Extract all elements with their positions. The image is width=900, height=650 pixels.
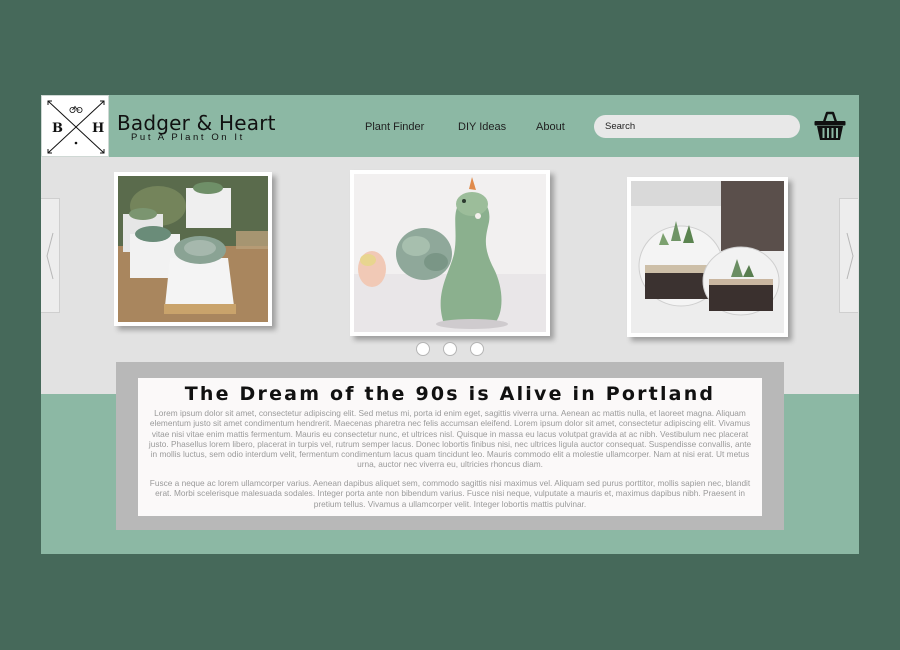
nav-plant-finder[interactable]: Plant Finder — [365, 121, 424, 133]
nav-diy-ideas[interactable]: DIY Ideas — [458, 121, 506, 133]
carousel-next-button[interactable] — [839, 198, 858, 313]
logo-letter-b: B — [52, 121, 63, 136]
logo-letter-h: H — [92, 121, 105, 136]
carousel-image-dinosaur-planter[interactable] — [350, 170, 550, 336]
basket-icon[interactable] — [813, 109, 847, 143]
site-header: B H Badger & Heart Put A Plant On It Pla… — [41, 95, 859, 157]
article-paragraph-1: Lorem ipsum dolor sit amet, consectetur … — [148, 408, 752, 470]
chevron-right-icon — [846, 232, 854, 280]
search-input[interactable] — [594, 115, 800, 138]
carousel-dot-2[interactable] — [443, 342, 457, 356]
carousel-image-succulent-pots[interactable] — [114, 172, 272, 326]
carousel-prev-button[interactable] — [41, 198, 60, 313]
carousel-image-glass-terrariums[interactable] — [627, 177, 788, 337]
carousel-dot-1[interactable] — [416, 342, 430, 356]
website: B H Badger & Heart Put A Plant On It Pla… — [41, 95, 859, 554]
article-headline: The Dream of the 90s is Alive in Portlan… — [184, 383, 716, 405]
article-panel: The Dream of the 90s is Alive in Portlan… — [116, 362, 784, 530]
chevron-left-icon — [46, 232, 54, 280]
image-carousel — [41, 157, 859, 394]
nav-about[interactable]: About — [536, 121, 565, 133]
carousel-dot-3[interactable] — [470, 342, 484, 356]
article-card: The Dream of the 90s is Alive in Portlan… — [138, 378, 762, 516]
article-paragraph-2: Fusce a neque ac lorem ullamcorper variu… — [149, 478, 751, 509]
brand-tagline: Put A Plant On It — [131, 132, 245, 143]
logo[interactable]: B H — [41, 95, 109, 157]
bicycle-icon — [69, 105, 83, 113]
